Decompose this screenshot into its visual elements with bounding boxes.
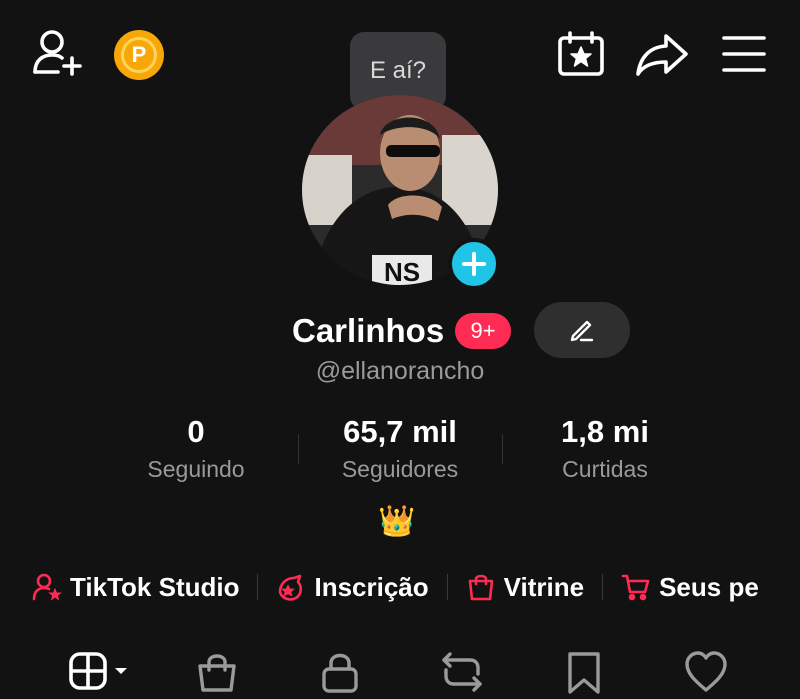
profile-name: Carlinhos [292, 312, 445, 349]
menu-icon[interactable] [720, 32, 768, 76]
link-orders[interactable]: Seus pe [621, 572, 759, 603]
heart-icon [685, 651, 727, 692]
link-label: TikTok Studio [70, 571, 240, 602]
link-label: Seus pe [659, 571, 759, 602]
calendar-star-icon[interactable] [556, 30, 606, 78]
link-divider [602, 574, 604, 600]
lock-icon [322, 653, 358, 693]
subscription-icon [279, 574, 303, 601]
svg-text:NS: NS [384, 257, 420, 285]
tab-private[interactable] [318, 650, 362, 694]
link-divider [446, 574, 448, 600]
stat-divider [502, 434, 503, 464]
link-vitrine[interactable]: Vitrine [466, 572, 584, 603]
stat-likes-label: Curtidas [562, 456, 648, 482]
tab-liked[interactable] [684, 650, 728, 694]
link-subscription[interactable]: Inscrição [276, 571, 429, 603]
stat-followers[interactable]: 65,7 mil Seguidores [320, 414, 480, 483]
profile-handle: @ellanorancho [315, 357, 485, 385]
tab-reposts[interactable] [440, 650, 484, 694]
link-label: Inscrição [314, 571, 429, 602]
repost-icon [442, 652, 482, 692]
stat-likes-value: 1,8 mi [561, 414, 649, 449]
stat-followers-value: 65,7 mil [343, 414, 457, 449]
shopping-bag-icon [468, 574, 493, 601]
stat-following-value: 0 [187, 414, 205, 449]
stat-following-label: Seguindo [147, 456, 245, 482]
stat-followers-label: Seguidores [341, 456, 459, 482]
add-friend-icon[interactable] [30, 28, 86, 78]
link-label: Vitrine [503, 571, 585, 602]
bookmark-icon [568, 652, 600, 694]
link-divider [257, 574, 259, 600]
notification-badge[interactable]: 9+ [455, 313, 511, 349]
pencil-icon [570, 320, 594, 342]
stat-divider [298, 434, 299, 464]
cart-icon [621, 574, 650, 601]
stat-likes[interactable]: 1,8 mi Curtidas [530, 414, 680, 483]
edit-profile-button[interactable] [534, 302, 630, 358]
share-icon[interactable] [634, 30, 690, 78]
status-bubble-text: E aí? [369, 57, 427, 84]
tab-shop[interactable] [195, 650, 239, 694]
points-letter: P [121, 37, 157, 73]
plus-icon [462, 252, 486, 276]
tab-favorites[interactable] [562, 650, 606, 694]
person-star-icon [32, 573, 62, 601]
shop-bag-icon [198, 654, 236, 692]
link-tiktok-studio[interactable]: TikTok Studio [32, 572, 239, 603]
points-badge[interactable]: P [114, 30, 164, 80]
quick-links-bar: TikTok Studio Inscrição Vitrine Seus pe [0, 562, 800, 612]
grid-icon [69, 652, 127, 690]
stat-following[interactable]: 0 Seguindo [120, 414, 272, 483]
crown-icon: 👑 [378, 505, 416, 538]
tab-videos[interactable] [68, 650, 130, 694]
add-story-button[interactable] [448, 238, 500, 290]
